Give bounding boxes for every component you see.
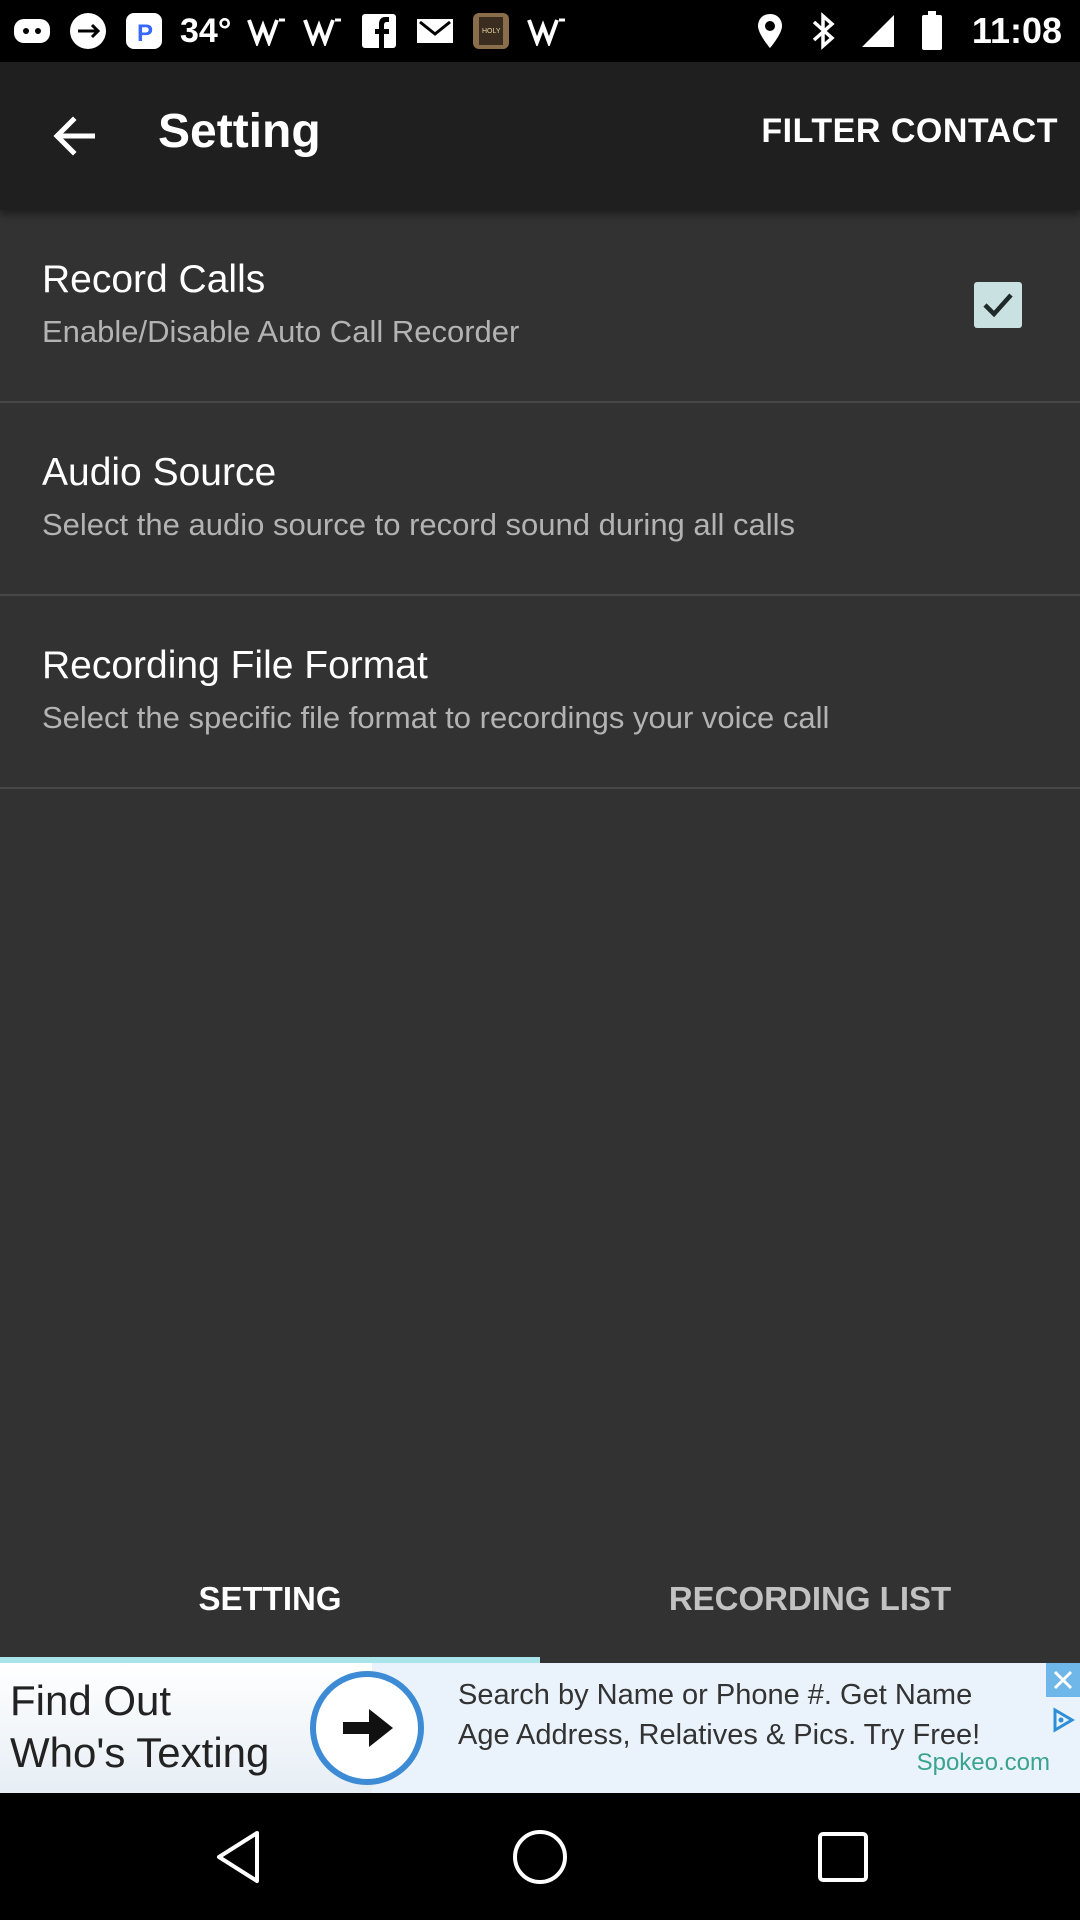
bluetooth-icon [804,11,844,51]
ad-body: Search by Name or Phone #. Get Name Age … [458,1675,1048,1755]
nav-home-icon [513,1830,567,1884]
navigation-bar [0,1793,1080,1920]
pref-title: Record Calls [42,258,266,301]
pref-title: Audio Source [42,451,277,494]
pref-audio-source[interactable]: Audio Source Select the audio source to … [0,403,1080,596]
signal-icon [858,11,898,51]
tab-bar: SETTING RECORDING LIST [0,1535,1080,1663]
temperature-text: 34° [180,11,232,50]
pref-summary: Select the specific file format to recor… [42,700,830,735]
ad-close-button[interactable] [1046,1663,1080,1697]
app-bar: Setting FILTER CONTACT [0,62,1080,210]
ad-source: Spokeo.com [916,1749,1050,1776]
status-bar-right: 11:08 [750,8,1062,54]
status-bar-left: P 34° HOLY [12,8,567,54]
ad-banner[interactable]: Find Out Who's Texting Search by Name or… [0,1663,1080,1793]
pref-summary: Enable/Disable Auto Call Recorder [42,314,520,349]
close-icon [1053,1670,1073,1690]
settings-list: Record Calls Enable/Disable Auto Call Re… [0,210,1080,1535]
filter-contact-button[interactable]: FILTER CONTACT [761,112,1058,151]
back-button[interactable] [38,106,108,166]
battery-icon [912,11,952,51]
record-calls-checkbox[interactable] [974,282,1022,328]
ad-choices-icon [1053,1707,1075,1733]
ad-arrow-button[interactable] [310,1671,424,1785]
ad-headline-line1: Find Out [10,1677,172,1724]
nav-home-button[interactable] [500,1817,580,1897]
pandora-icon: P [124,11,164,51]
facebook-icon [359,11,399,51]
status-bar: P 34° HOLY 11:08 [0,0,1080,62]
svg-text:P: P [137,20,153,47]
back-arrow-icon [53,116,95,156]
pref-recording-file-format[interactable]: Recording File Format Select the specifi… [0,596,1080,789]
location-icon [750,11,790,51]
nav-back-icon [217,1831,259,1883]
wifi-calling-icon [247,11,287,51]
nav-recents-button[interactable] [803,1817,883,1897]
wifi-calling-icon [303,11,343,51]
ad-headline-line2: Who's Texting [10,1729,270,1776]
tab-recording-list[interactable]: RECORDING LIST [540,1535,1080,1663]
discord-icon [12,11,52,51]
gmail-icon [415,11,455,51]
ad-choices-button[interactable] [1046,1703,1080,1737]
pref-summary: Select the audio source to record sound … [42,507,796,542]
nav-recents-icon [818,1832,868,1882]
arrow-right-icon [343,1709,393,1747]
checkmark-icon [983,293,1013,318]
wifi-calling-icon [527,11,567,51]
ad-body-line1: Search by Name or Phone #. Get Name [458,1679,973,1711]
bible-app-icon: HOLY [471,11,511,51]
clock: 11:08 [971,10,1062,51]
tab-setting[interactable]: SETTING [0,1535,540,1663]
page-title: Setting [158,105,321,158]
pref-title: Recording File Format [42,644,428,687]
ad-headline: Find Out Who's Texting [10,1675,269,1779]
pref-record-calls[interactable]: Record Calls Enable/Disable Auto Call Re… [0,210,1080,403]
nav-back-button[interactable] [198,1817,278,1897]
svg-text:HOLY: HOLY [482,28,501,35]
usb-icon [68,11,108,51]
